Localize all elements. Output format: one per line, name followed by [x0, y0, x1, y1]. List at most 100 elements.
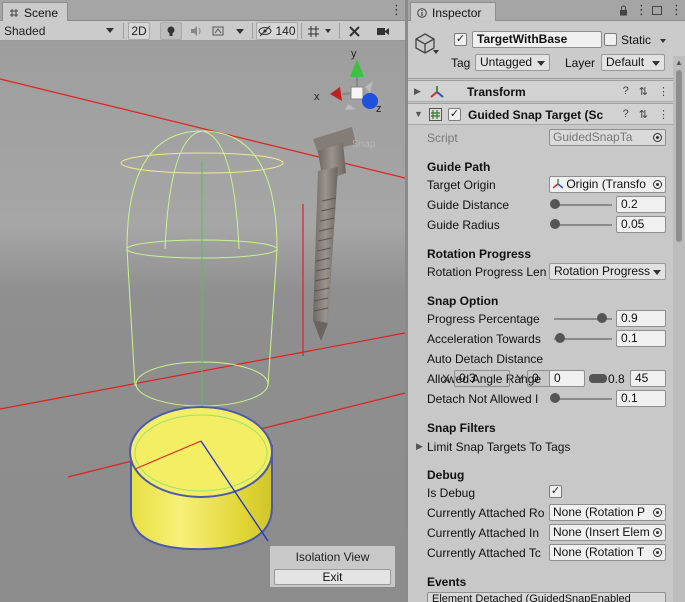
target-origin-label: Target Origin [427, 178, 496, 192]
component-title: Guided Snap Target (Sc [468, 108, 604, 122]
shading-mode-dropdown[interactable]: Shaded [4, 22, 116, 40]
yellow-cylinder[interactable] [129, 406, 273, 551]
scene-menu-icon[interactable]: ⋮ [390, 3, 403, 17]
effects-icon [212, 26, 224, 36]
toolbar-divider [123, 23, 124, 39]
camera-button[interactable] [370, 22, 396, 40]
guide-distance-field[interactable]: 0.2 [616, 196, 666, 213]
scroll-up-icon[interactable]: ▲ [675, 58, 683, 67]
slider-knob[interactable] [555, 333, 566, 343]
allowed-x-label: X [442, 372, 451, 386]
slider-knob[interactable] [550, 199, 560, 209]
icon-chevron-down-icon[interactable] [433, 50, 439, 54]
rotation-progress-header: Rotation Progress [427, 247, 532, 261]
audio-toggle-button[interactable] [186, 22, 206, 40]
transform-component-header[interactable]: ▶ Transform ? ⇅ ⋮ [408, 80, 685, 102]
scene-viewport[interactable]: Snap y x z [0, 41, 405, 602]
tab-scene[interactable]: Scene [2, 2, 68, 21]
maximize-icon[interactable] [652, 6, 662, 15]
object-picker-icon[interactable] [653, 528, 662, 537]
attached-rotation-value: None (Rotation P [553, 505, 646, 519]
help-icon[interactable]: ? [623, 108, 629, 121]
gizmo-count: 140 [275, 24, 296, 38]
hidden-objects-toggle[interactable]: 140 [256, 22, 298, 40]
allowed-range-min-field[interactable]: 0 [549, 370, 585, 387]
attached-rotation-field[interactable]: None (Rotation P [549, 504, 666, 521]
object-header: ✓ TargetWithBase Static Tag Untagged Lay… [408, 22, 685, 79]
lighting-toggle-button[interactable] [160, 22, 182, 40]
isolation-view-title: Isolation View [295, 550, 370, 564]
tab-inspector-label: Inspector [432, 6, 482, 20]
slider-knob[interactable] [596, 313, 607, 323]
collapsed-arrow-icon[interactable]: ▶ [416, 441, 423, 452]
scrollbar-thumb[interactable] [676, 70, 682, 242]
chevron-down-icon [325, 29, 331, 33]
info-icon [417, 8, 427, 18]
help-icon[interactable]: ? [623, 85, 629, 98]
slider-track [554, 204, 612, 206]
guided-snap-component-header[interactable]: ▼ ✓ Guided Snap Target (Sc ? ⇅ ⋮ [408, 103, 685, 125]
is-debug-checkbox[interactable]: ✓ [549, 485, 562, 498]
tab-scene-label: Scene [24, 6, 59, 20]
events-list[interactable]: Element Detached (GuidedSnapEnabled [427, 592, 666, 602]
tab-inspector[interactable]: Inspector [410, 2, 496, 21]
slider-knob[interactable] [550, 393, 560, 403]
target-origin-value: Origin (Transfo [566, 177, 646, 191]
component-enabled-checkbox[interactable]: ✓ [448, 108, 461, 121]
object-picker-icon[interactable] [653, 548, 662, 557]
allowed-y-label: Y [516, 372, 525, 386]
auto-detach-label: Auto Detach Distance [427, 352, 544, 366]
ghost-label: Snap [352, 139, 376, 150]
rotation-progress-dropdown[interactable]: Rotation Progress [549, 263, 666, 280]
object-name-field[interactable]: TargetWithBase [472, 31, 602, 48]
layer-label: Layer [565, 56, 596, 70]
guide-radius-label: Guide Radius [427, 218, 500, 232]
y-axis-label: y [351, 48, 357, 60]
context-menu-icon[interactable]: ⋮ [658, 108, 669, 121]
grid-toggle-button[interactable] [304, 22, 322, 40]
allowed-range-value-field[interactable]: 45 [630, 370, 666, 387]
limit-snap-targets-foldout[interactable]: Limit Snap Targets To Tags [427, 440, 627, 454]
guide-radius-field[interactable]: 0.05 [616, 216, 666, 233]
attached-insert-value: None (Insert Elem [553, 525, 650, 539]
object-active-checkbox[interactable]: ✓ [454, 33, 467, 46]
effects-toggle-button[interactable] [208, 22, 228, 40]
static-checkbox[interactable] [604, 33, 617, 46]
attached-insert-field[interactable]: None (Insert Elem [549, 524, 666, 541]
grid-icon [307, 25, 319, 37]
layer-dropdown[interactable]: Default [601, 54, 665, 71]
effects-dropdown[interactable] [230, 22, 250, 40]
inspector-menu-icon[interactable]: ⋮ [635, 3, 648, 17]
scene-tabbar: Scene ⋮ [0, 0, 405, 21]
context-menu-icon[interactable]: ⋮ [658, 85, 669, 98]
object-picker-icon[interactable] [653, 508, 662, 517]
inspector-more-icon[interactable]: ⋮ [670, 3, 683, 17]
collapsed-arrow-icon: ▶ [414, 86, 421, 96]
rotation-progress-label: Rotation Progress Len [427, 265, 547, 279]
slider-knob[interactable] [550, 219, 560, 229]
lock-icon[interactable] [619, 5, 628, 16]
toggle-2d-button[interactable]: 2D [128, 22, 150, 40]
tag-dropdown[interactable]: Untagged [475, 54, 550, 71]
range-slider-handle[interactable] [589, 374, 607, 383]
transform-axes-icon [430, 86, 444, 98]
grid-dropdown[interactable] [322, 22, 334, 40]
inspector-scrollbar[interactable]: ▲ [673, 56, 685, 602]
detach-field[interactable]: 0.1 [616, 390, 666, 407]
attached-rotation-label: Currently Attached Ro [427, 506, 545, 520]
acceleration-field[interactable]: 0.1 [616, 330, 666, 347]
attached-t-field[interactable]: None (Rotation T [549, 544, 666, 561]
tag-label: Tag [451, 56, 471, 70]
z-axis-label: z [376, 103, 382, 115]
target-origin-field[interactable]: Origin (Transfo [549, 176, 666, 193]
progress-percentage-field[interactable]: 0.9 [616, 310, 666, 327]
tools-button[interactable] [344, 22, 364, 40]
object-picker-icon [653, 133, 662, 142]
allowed-x-field[interactable]: 0.3 [454, 370, 510, 387]
preset-icon[interactable]: ⇅ [639, 85, 648, 98]
isolation-exit-button[interactable]: Exit [274, 569, 391, 585]
chevron-down-icon [236, 28, 244, 34]
object-picker-icon[interactable] [653, 180, 662, 189]
static-chevron-down-icon[interactable] [660, 39, 666, 43]
preset-icon[interactable]: ⇅ [639, 108, 648, 121]
